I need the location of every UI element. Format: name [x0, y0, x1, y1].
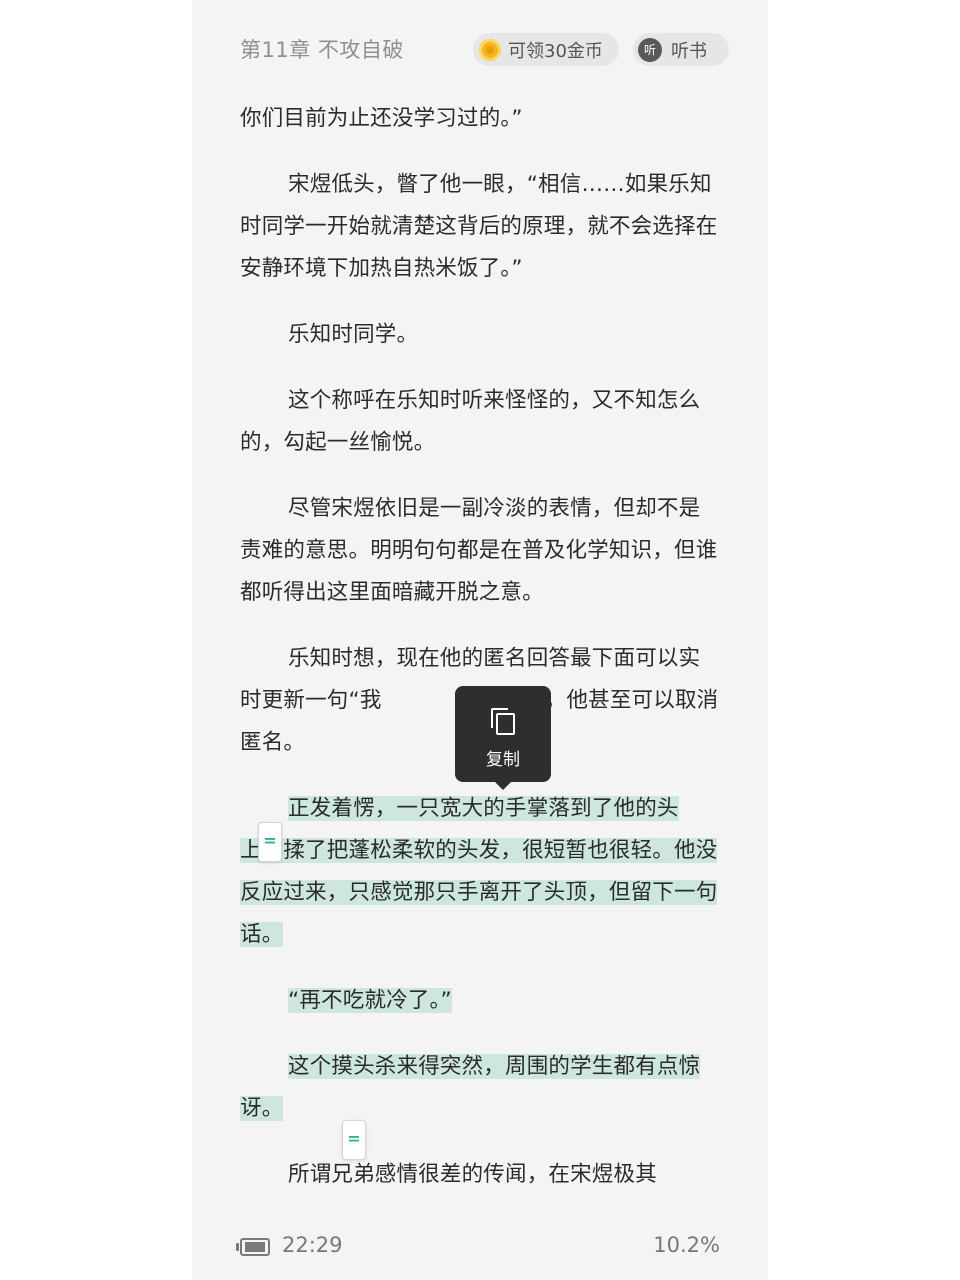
selected-paragraph[interactable]: 这个摸头杀来得突然，周围的学生都有点惊讶。	[240, 1046, 720, 1130]
paragraph[interactable]: 乐知时同学。	[240, 314, 720, 356]
coin-icon	[479, 38, 501, 61]
listen-book-button[interactable]: 听 听书	[633, 33, 729, 66]
paragraph[interactable]: 尽管宋煜依旧是一副冷淡的表情，但却不是责难的意思。明明句句都是在普及化学知识，但…	[240, 488, 720, 614]
reading-progress: 10.2%	[653, 1233, 720, 1257]
copy-label: 复制	[486, 750, 520, 770]
paragraph[interactable]: 这个称呼在乐知时听来怪怪的，又不知怎么的，勾起一丝愉悦。	[240, 380, 720, 464]
battery-icon	[236, 1238, 270, 1256]
selected-text[interactable]: 正发着愣，一只宽大的手掌落到了他的头上，揉了把蓬松柔软的头发，很短暂也很轻。他没…	[240, 796, 718, 947]
chapter-title: 第11章 不攻自破	[240, 38, 404, 62]
selection-end-handle[interactable]: =	[342, 1120, 366, 1160]
reader-status-bar: 22:29 10.2%	[192, 1228, 768, 1268]
copy-icon	[491, 708, 515, 735]
listen-label: 听书	[671, 40, 707, 62]
copy-button[interactable]: 复制	[455, 686, 551, 790]
reader-top-bar: 第11章 不攻自破 可领30金币 听 听书	[192, 0, 768, 100]
paragraph[interactable]: 所谓兄弟感情很差的传闻，在宋煜极其	[240, 1154, 720, 1196]
selected-text[interactable]: 这个摸头杀来得突然，周围的学生都有点惊讶。	[240, 1054, 701, 1121]
selected-text[interactable]: “再不吃就冷了。”	[288, 988, 452, 1013]
listen-icon: 听	[638, 37, 662, 62]
chapter-content[interactable]: 你们目前为止还没学习过的。” 宋煜低头，瞥了他一眼，“相信……如果乐知时同学一开…	[240, 98, 720, 1196]
paragraph[interactable]: 你们目前为止还没学习过的。”	[240, 98, 720, 140]
selection-start-handle[interactable]: =	[258, 822, 282, 862]
clock-time: 22:29	[282, 1233, 343, 1257]
paragraph[interactable]: 宋煜低头，瞥了他一眼，“相信……如果乐知时同学一开始就清楚这背后的原理，就不会选…	[240, 164, 720, 290]
reader-page[interactable]: 第11章 不攻自破 可领30金币 听 听书 你们目前为止还没学习过的。” 宋煜低…	[192, 0, 768, 1280]
coin-reward-button[interactable]: 可领30金币	[473, 33, 619, 66]
coin-reward-label: 可领30金币	[508, 40, 603, 62]
selected-paragraph[interactable]: 正发着愣，一只宽大的手掌落到了他的头上，揉了把蓬松柔软的头发，很短暂也很轻。他没…	[240, 788, 720, 956]
selected-paragraph[interactable]: “再不吃就冷了。”	[240, 980, 720, 1022]
